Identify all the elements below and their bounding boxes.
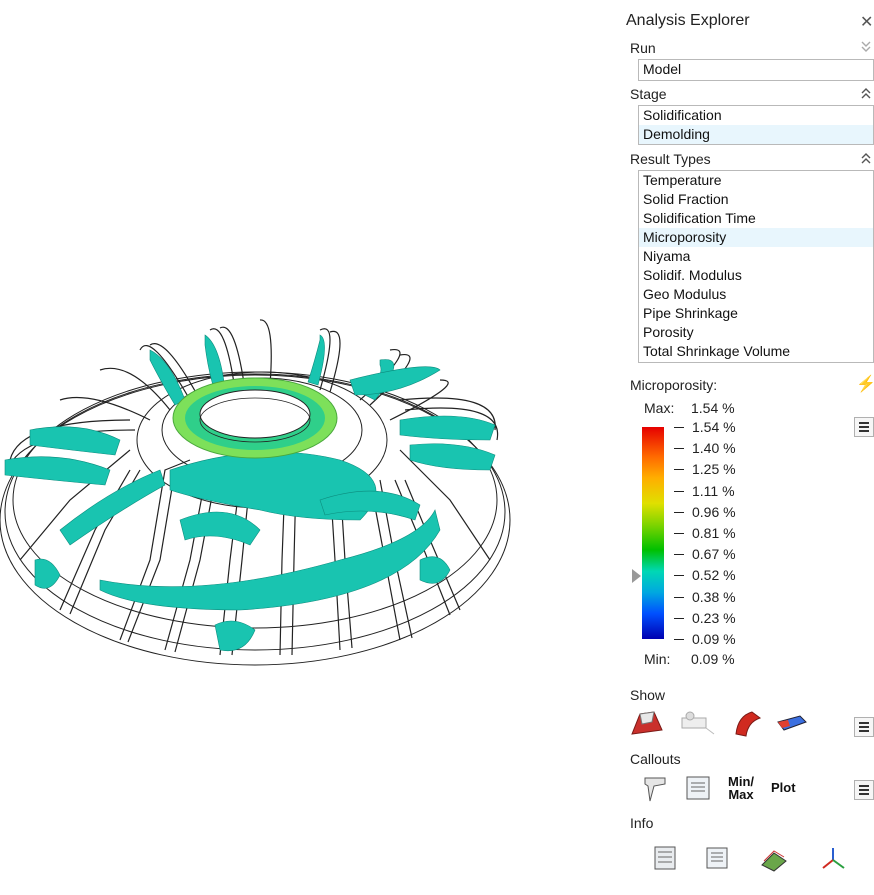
legend-tick-label: 0.96 %: [692, 504, 736, 520]
show-label: Show: [630, 687, 666, 703]
list-item-result-type[interactable]: Solidification Time: [639, 209, 873, 228]
callouts-label: Callouts: [630, 751, 681, 767]
legend-tick-label: 1.11 %: [692, 483, 735, 499]
stage-list: Solidification Demolding: [638, 105, 874, 145]
legend-marker-icon[interactable]: [632, 569, 641, 583]
legend-tick: [674, 618, 684, 619]
plot-button[interactable]: Plot: [771, 781, 796, 794]
minmax-bottom-label: Max: [728, 787, 754, 802]
legend-tick-label: 0.38 %: [692, 589, 736, 605]
callouts-menu-button[interactable]: [854, 780, 874, 800]
info-report-icon[interactable]: [704, 845, 730, 871]
legend-tick: [674, 639, 684, 640]
legend-tick: [674, 554, 684, 555]
legend-title: Microporosity:: [630, 377, 718, 393]
legend-tick: [674, 575, 684, 576]
legend-tick-label: 1.54 %: [692, 419, 736, 435]
casting-model: [0, 319, 511, 666]
result-types-label: Result Types: [630, 151, 711, 167]
info-properties-icon[interactable]: [652, 845, 678, 871]
list-item-result-type[interactable]: Microporosity: [639, 228, 873, 247]
legend-menu-button[interactable]: [854, 417, 874, 437]
run-label: Run: [630, 40, 656, 56]
list-item-stage[interactable]: Solidification: [639, 106, 873, 125]
list-item-result-type[interactable]: Porosity: [639, 323, 873, 342]
legend-min-value: 0.09 %: [691, 651, 735, 667]
list-item-stage[interactable]: Demolding: [639, 125, 873, 144]
run-value: Model: [643, 61, 682, 77]
legend-color-bar: [642, 427, 664, 639]
legend-max-label: Max:: [644, 400, 675, 416]
show-menu-button[interactable]: [854, 717, 874, 737]
lightning-icon[interactable]: ⚡: [856, 374, 874, 394]
legend-tick: [674, 533, 684, 534]
show-casting-icon[interactable]: [630, 708, 664, 738]
legend-tick-label: 0.52 %: [692, 567, 736, 583]
show-mold-icon[interactable]: [678, 708, 718, 738]
legend-tick: [674, 448, 684, 449]
3d-viewport[interactable]: [0, 0, 612, 890]
list-item-result-type[interactable]: Niyama: [639, 247, 873, 266]
legend-tick-label: 1.25 %: [692, 461, 736, 477]
legend-tick: [674, 597, 684, 598]
legend-tick: [674, 491, 684, 492]
analysis-explorer-panel: Analysis Explorer ✕ Run Model Stage Soli…: [612, 0, 874, 890]
list-item-result-type[interactable]: Solidif. Modulus: [639, 266, 873, 285]
legend-tick-label: 0.67 %: [692, 546, 736, 562]
legend-tick: [674, 512, 684, 513]
legend-tick-label: 0.09 %: [692, 631, 736, 647]
list-item-result-type[interactable]: Temperature: [639, 171, 873, 190]
legend-tick: [674, 469, 684, 470]
stage-label: Stage: [630, 86, 667, 102]
run-field[interactable]: Model: [638, 59, 874, 81]
chevron-up-icon[interactable]: [860, 87, 872, 101]
close-icon[interactable]: ✕: [860, 12, 873, 32]
callout-report-icon[interactable]: [684, 774, 712, 802]
list-item-result-type[interactable]: Total Shrinkage Volume: [639, 342, 873, 361]
show-gradient-icon[interactable]: [774, 712, 808, 734]
list-item-result-type[interactable]: Solid Fraction: [639, 190, 873, 209]
chevron-up-icon[interactable]: [860, 152, 872, 166]
minmax-button[interactable]: Min/ Max: [728, 775, 754, 801]
legend-tick: [674, 427, 684, 428]
info-axis-icon[interactable]: [818, 844, 848, 874]
result-types-list: Temperature Solid Fraction Solidificatio…: [638, 170, 874, 363]
legend-min-label: Min:: [644, 651, 671, 667]
show-solid-icon[interactable]: [732, 708, 764, 738]
list-item-result-type[interactable]: Geo Modulus: [639, 285, 873, 304]
panel-title: Analysis Explorer: [626, 12, 750, 29]
legend-tick-label: 0.81 %: [692, 525, 736, 541]
info-layers-icon[interactable]: [758, 845, 790, 873]
info-label: Info: [630, 815, 654, 831]
chevron-down-icon[interactable]: [860, 40, 872, 54]
callout-probe-icon[interactable]: [642, 774, 668, 804]
list-item-result-type[interactable]: Pipe Shrinkage: [639, 304, 873, 323]
legend-max-value: 1.54 %: [691, 400, 735, 416]
legend-tick-label: 1.40 %: [692, 440, 736, 456]
legend-tick-label: 0.23 %: [692, 610, 736, 626]
